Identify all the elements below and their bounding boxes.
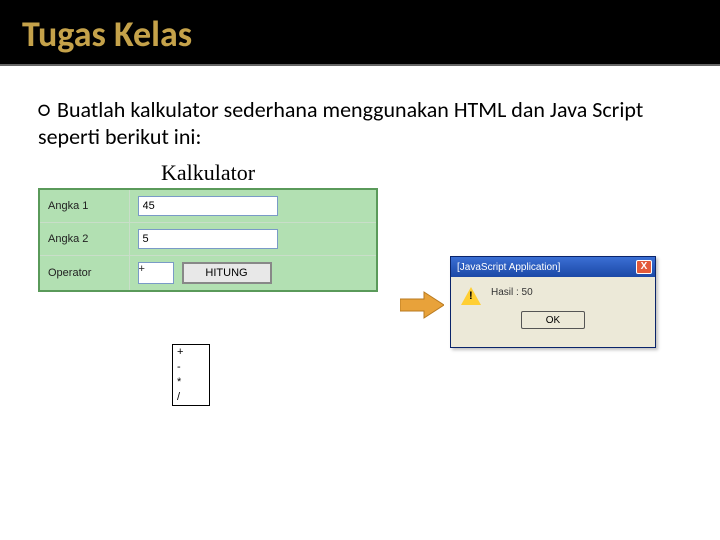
operator-option[interactable]: + xyxy=(173,345,209,360)
dialog-titlebar: [JavaScript Application] X xyxy=(451,257,655,277)
alert-dialog: [JavaScript Application] X Hasil : 50 OK xyxy=(450,256,656,348)
label-angka1: Angka 1 xyxy=(39,189,129,223)
operator-dropdown-list[interactable]: + - * / xyxy=(172,344,210,406)
input-angka2[interactable] xyxy=(138,229,278,249)
row-angka1: Angka 1 xyxy=(39,189,377,223)
operator-option[interactable]: / xyxy=(173,390,209,405)
calculator-panel: Kalkulator Angka 1 Angka 2 Operator + HI… xyxy=(38,160,378,292)
dialog-message: Hasil : 50 xyxy=(491,287,533,298)
row-operator: Operator + HITUNG xyxy=(39,256,377,292)
instruction-body: Buatlah kalkulator sederhana menggunakan… xyxy=(38,96,643,150)
dialog-title-text: [JavaScript Application] xyxy=(457,262,560,273)
row-angka2: Angka 2 xyxy=(39,223,377,256)
ok-button[interactable]: OK xyxy=(521,311,585,329)
calculator-form: Angka 1 Angka 2 Operator + HITUNG xyxy=(38,188,378,292)
close-icon[interactable]: X xyxy=(636,260,652,274)
instruction-text: ○ Buatlah kalkulator sederhana menggunak… xyxy=(38,96,682,150)
arrow-icon xyxy=(400,290,444,320)
label-angka2: Angka 2 xyxy=(39,223,129,256)
operator-select[interactable]: + xyxy=(138,262,174,284)
label-operator: Operator xyxy=(39,256,129,292)
input-angka1[interactable] xyxy=(138,196,278,216)
calculator-heading: Kalkulator xyxy=(38,160,378,186)
warning-icon xyxy=(461,287,481,305)
calculate-button[interactable]: HITUNG xyxy=(182,262,272,284)
bullet-icon: ○ xyxy=(38,96,52,123)
slide-title: Tugas Kelas xyxy=(22,12,698,56)
operator-option[interactable]: * xyxy=(173,375,209,390)
title-bar: Tugas Kelas xyxy=(0,0,720,66)
operator-option[interactable]: - xyxy=(173,360,209,375)
